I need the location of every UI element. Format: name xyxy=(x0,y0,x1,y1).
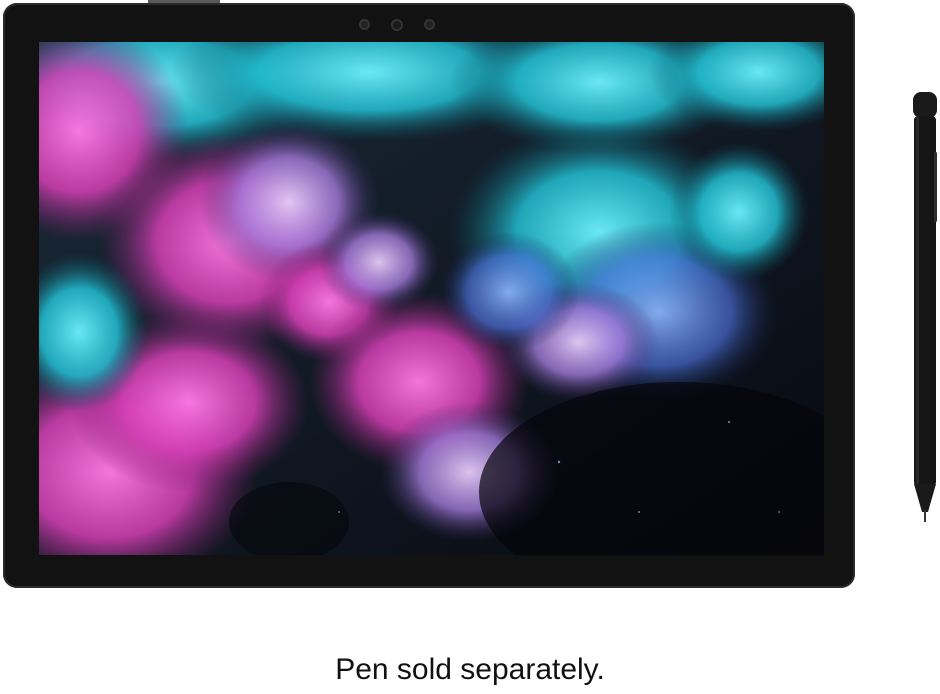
tablet-screen-wallpaper xyxy=(39,42,824,555)
tablet-frame xyxy=(3,3,855,588)
caption-text: Pen sold separately. xyxy=(335,653,605,686)
surface-pen xyxy=(908,92,940,522)
ir-sensor-left-icon xyxy=(359,19,370,30)
wallpaper-art xyxy=(39,42,824,555)
ir-sensor-right-icon xyxy=(424,19,435,30)
product-image xyxy=(0,0,940,600)
pen-icon xyxy=(913,92,937,522)
front-camera-icon xyxy=(391,19,403,31)
